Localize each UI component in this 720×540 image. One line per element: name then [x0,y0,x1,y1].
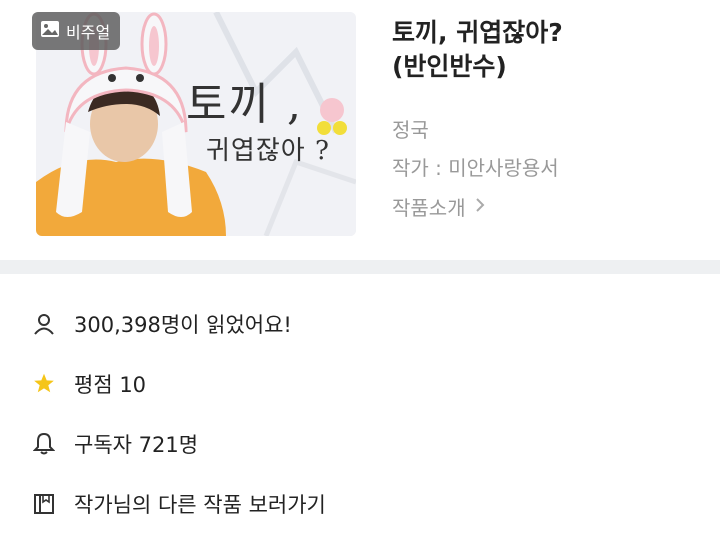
stat-readers: 300,398명이 읽었어요! [0,294,720,354]
work-stats: 300,398명이 읽었어요! 평점 10 구독자 721명 작가님의 다른 작… [0,294,720,534]
work-author[interactable]: 작가 : 미안사랑용서 [392,152,559,181]
work-title-line2: (반인반수) [392,52,507,81]
work-title: 토끼, 귀엽잖아? (반인반수) [392,16,702,84]
stat-rating-text: 평점 10 [74,373,147,397]
chevron-right-icon [474,195,486,219]
stat-readers-text: 300,398명이 읽었어요! [74,313,292,337]
stat-rating: 평점 10 [0,354,720,414]
work-intro-label: 작품소개 [392,196,466,220]
work-intro-link[interactable]: 작품소개 [392,192,486,221]
person-icon [32,312,56,336]
other-works-link[interactable]: 작가님의 다른 작품 보러가기 [0,474,720,534]
stat-subscribers: 구독자 721명 [0,414,720,474]
book-icon [32,492,56,516]
stat-subscribers-text: 구독자 721명 [74,433,199,457]
work-category: 정국 [392,118,429,142]
cover-subtitle: 귀엽잖아 ? [206,136,330,166]
section-divider [0,260,720,274]
other-works-text: 작가님의 다른 작품 보러가기 [74,493,326,517]
work-title-line1: 토끼, 귀엽잖아? [392,18,563,47]
visual-badge-label: 비주얼 [66,23,111,42]
bell-icon [32,432,56,456]
image-icon [40,20,60,42]
cover-title: 토끼 , [186,79,303,130]
work-header: 토끼 , 귀엽잖아 ? 비주얼 토끼, 귀엽잖아? (반인반수) 정국 작가 :… [0,0,720,260]
star-icon [32,372,56,396]
visual-badge: 비주얼 [32,12,120,50]
